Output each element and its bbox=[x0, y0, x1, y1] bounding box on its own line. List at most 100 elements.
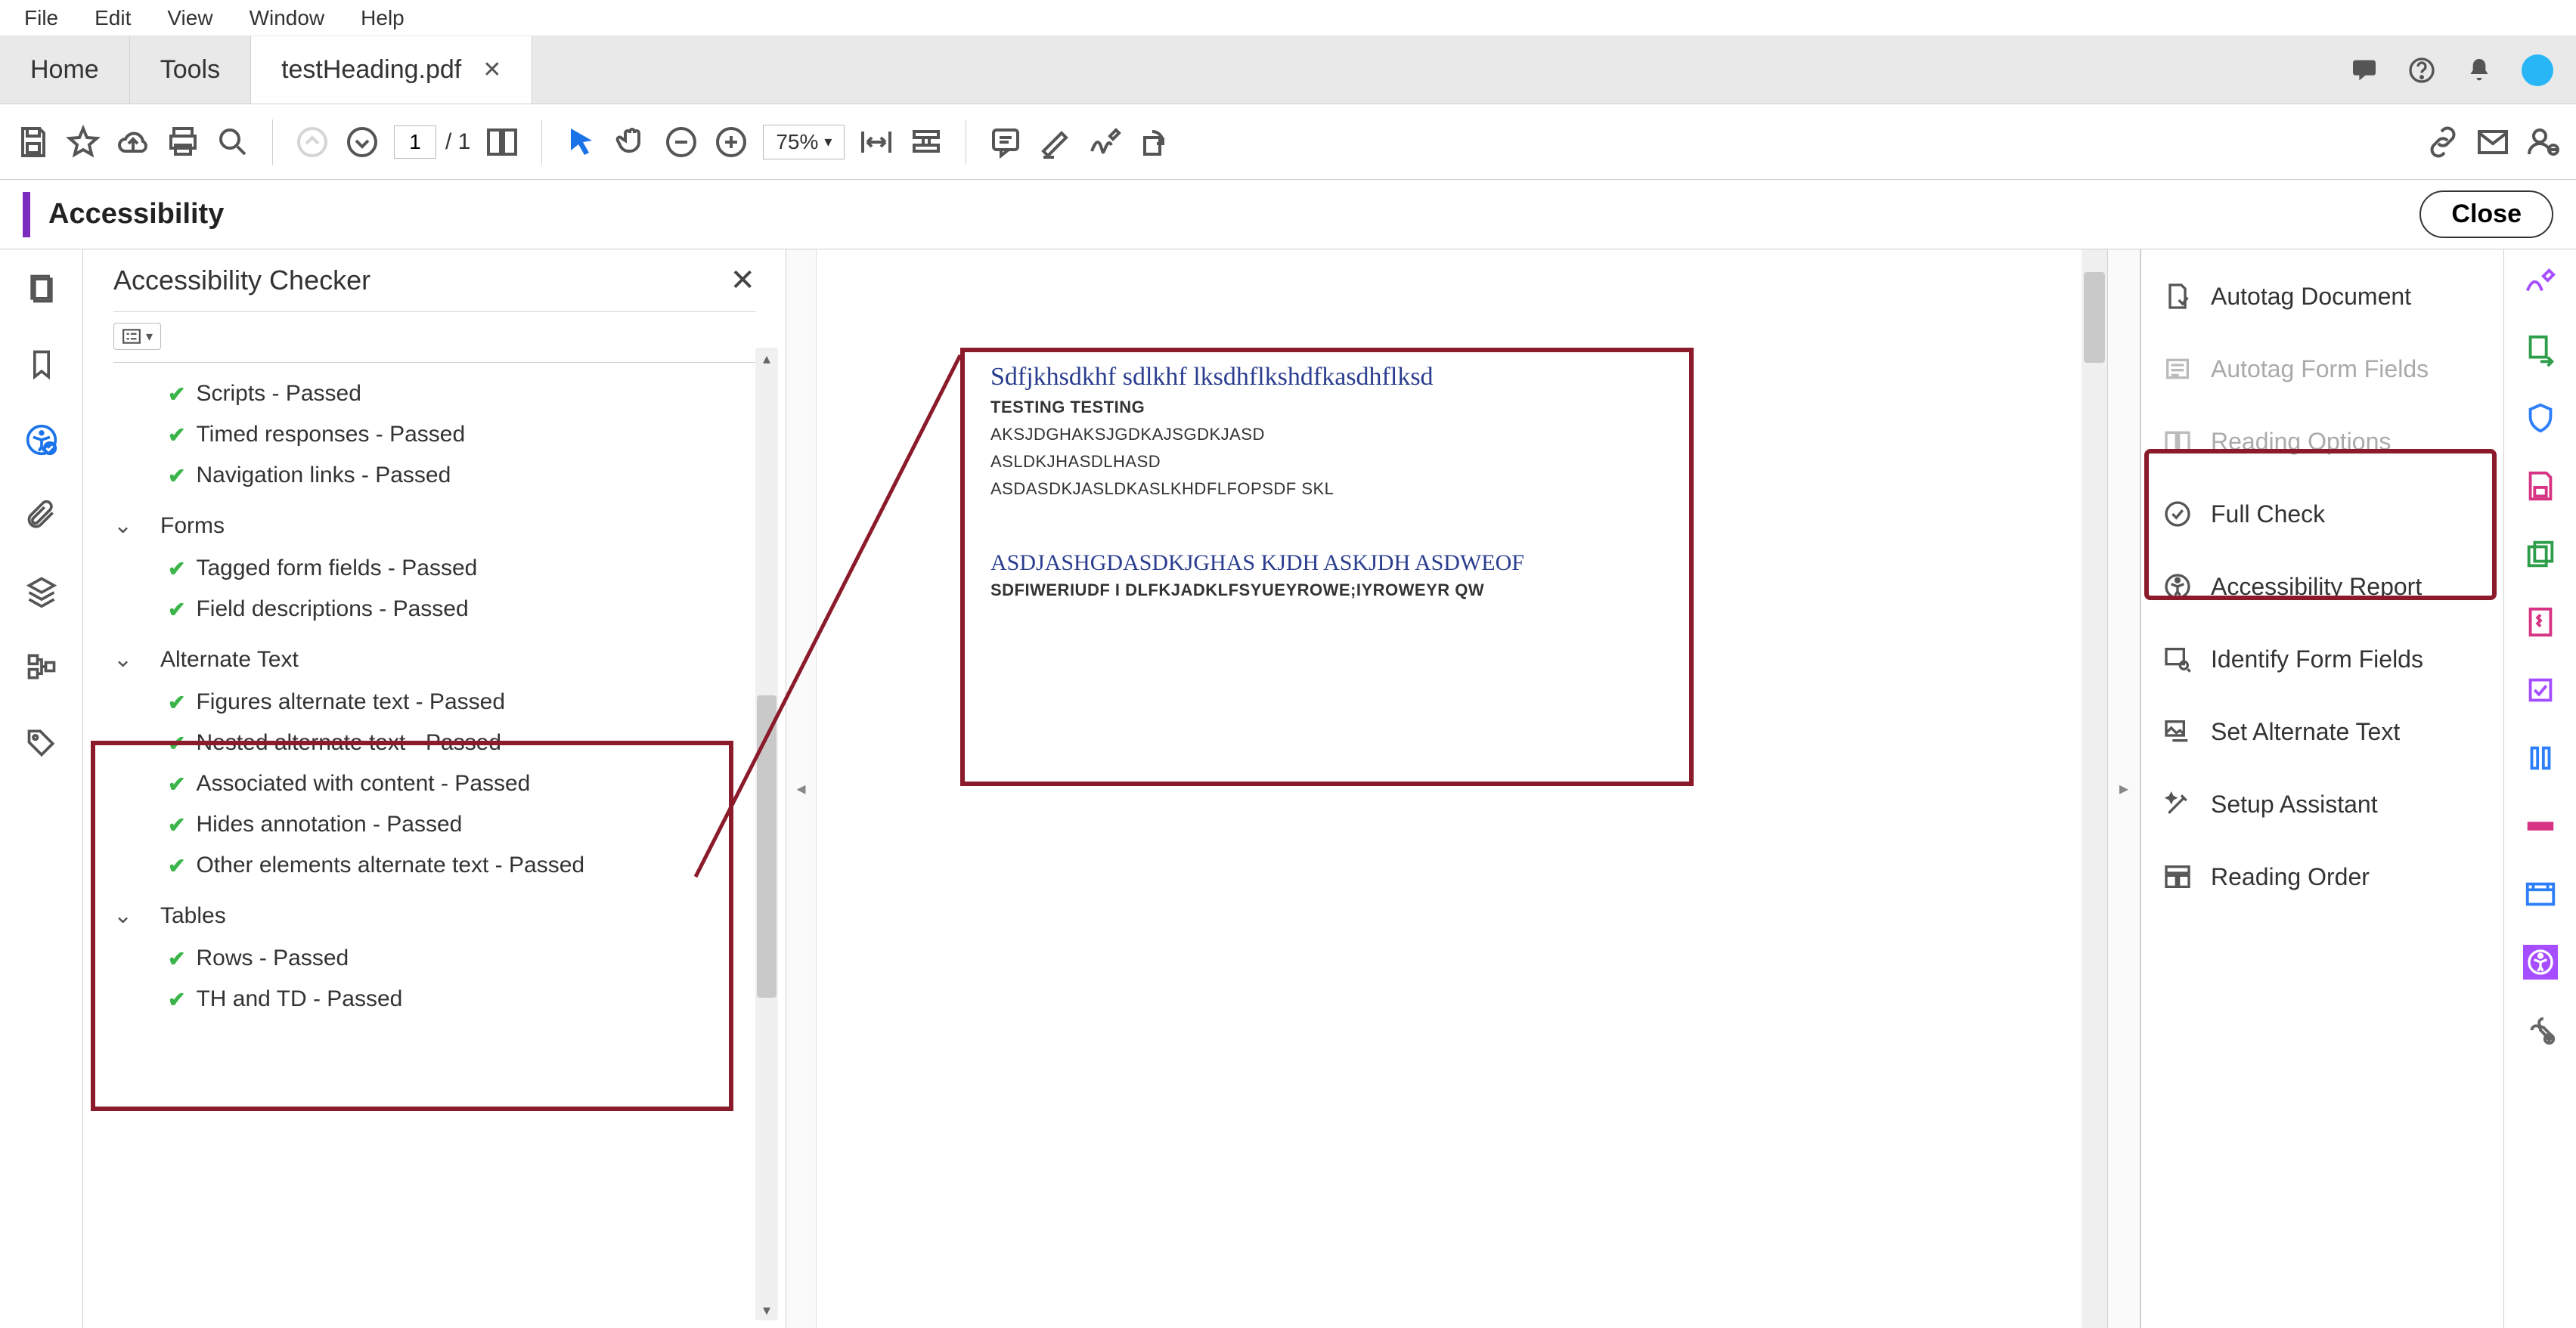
action-label: Reading Options bbox=[2211, 428, 2391, 456]
stamp-icon[interactable] bbox=[2523, 673, 2558, 707]
action-accessibility-report[interactable]: Accessibility Report bbox=[2150, 558, 2494, 615]
check-item[interactable]: ✔Other elements alternate text - Passed bbox=[110, 845, 748, 886]
attachments-icon[interactable] bbox=[25, 499, 58, 532]
check-item[interactable]: ✔Rows - Passed bbox=[110, 938, 748, 979]
menu-help[interactable]: Help bbox=[343, 3, 423, 33]
tab-home[interactable]: Home bbox=[0, 36, 130, 104]
share-people-icon[interactable] bbox=[2525, 124, 2561, 160]
protect-icon[interactable] bbox=[2523, 401, 2558, 435]
menu-window[interactable]: Window bbox=[231, 3, 343, 33]
pass-icon: ✔ bbox=[168, 946, 185, 971]
chevron-down-icon: ⌄ bbox=[113, 512, 132, 539]
action-reading-options: Reading Options bbox=[2150, 413, 2494, 470]
group-forms[interactable]: ⌄Forms bbox=[110, 503, 748, 548]
fit-width-icon[interactable] bbox=[858, 124, 894, 160]
check-item[interactable]: ✔Scripts - Passed bbox=[110, 373, 748, 414]
check-item[interactable]: ✔Field descriptions - Passed bbox=[110, 589, 748, 630]
export-pdf-icon[interactable] bbox=[2523, 333, 2558, 367]
reading-order-icon bbox=[2162, 862, 2193, 892]
action-reading-order[interactable]: Reading Order bbox=[2150, 848, 2494, 905]
menu-file[interactable]: File bbox=[6, 3, 76, 33]
doc-collapse-left[interactable]: ◂ bbox=[786, 249, 817, 1328]
bell-icon[interactable] bbox=[2464, 55, 2494, 85]
tab-tools[interactable]: Tools bbox=[130, 36, 251, 104]
pass-icon: ✔ bbox=[168, 813, 185, 837]
ruler-icon[interactable] bbox=[2523, 809, 2558, 844]
tab-document[interactable]: testHeading.pdf ✕ bbox=[251, 36, 532, 104]
hand-tool-icon[interactable] bbox=[613, 124, 649, 160]
document-viewport[interactable]: Sdfjkhsdkhf sdlkhf lksdhflkshdfkasdhflks… bbox=[817, 249, 2107, 1328]
reflow-icon[interactable] bbox=[908, 124, 944, 160]
check-item[interactable]: ✔Tagged form fields - Passed bbox=[110, 548, 748, 589]
action-autotag-document[interactable]: Autotag Document bbox=[2150, 268, 2494, 325]
group-tables[interactable]: ⌄Tables bbox=[110, 893, 748, 938]
tags-icon[interactable] bbox=[25, 726, 58, 759]
zoom-in-icon[interactable] bbox=[713, 124, 749, 160]
page-view-icon[interactable] bbox=[484, 124, 520, 160]
sign-icon[interactable] bbox=[1087, 124, 1124, 160]
action-set-alternate-text[interactable]: Set Alternate Text bbox=[2150, 703, 2494, 760]
scroll-down-icon[interactable]: ▾ bbox=[755, 1299, 778, 1320]
checker-scrollbar[interactable]: ▴ ▾ bbox=[755, 348, 778, 1320]
tags-tree-icon[interactable] bbox=[25, 650, 58, 683]
group-alternate-text[interactable]: ⌄Alternate Text bbox=[110, 637, 748, 682]
scroll-up-icon[interactable]: ▴ bbox=[755, 348, 778, 369]
comment-icon[interactable] bbox=[2349, 55, 2379, 85]
page-down-icon[interactable] bbox=[344, 124, 380, 160]
menu-edit[interactable]: Edit bbox=[76, 3, 149, 33]
checker-close-icon[interactable]: ✕ bbox=[730, 263, 755, 298]
save-icon[interactable] bbox=[15, 124, 51, 160]
combine-files-icon[interactable] bbox=[2523, 537, 2558, 571]
check-item[interactable]: ✔Nested alternate text - Passed bbox=[110, 723, 748, 763]
zoom-dropdown[interactable]: 75% ▾ bbox=[763, 125, 845, 159]
left-nav-rail bbox=[0, 249, 83, 1328]
check-item[interactable]: ✔Associated with content - Passed bbox=[110, 763, 748, 804]
scroll-thumb[interactable] bbox=[2084, 272, 2105, 363]
check-item[interactable]: ✔Navigation links - Passed bbox=[110, 455, 748, 496]
selection-tool-icon[interactable] bbox=[563, 124, 600, 160]
image-text-icon bbox=[2162, 717, 2193, 747]
edit-pdf-icon[interactable] bbox=[2523, 265, 2558, 299]
video-icon[interactable] bbox=[2523, 877, 2558, 912]
panel-close-button[interactable]: Close bbox=[2419, 190, 2553, 238]
rotate-icon[interactable] bbox=[1137, 124, 1173, 160]
organize-save-icon[interactable] bbox=[2523, 469, 2558, 503]
checker-options-dropdown[interactable]: ▾ bbox=[113, 323, 161, 350]
action-full-check[interactable]: Full Check bbox=[2150, 485, 2494, 543]
accessibility-check-icon[interactable] bbox=[25, 423, 58, 457]
scroll-thumb[interactable] bbox=[757, 695, 777, 998]
bookmarks-icon[interactable] bbox=[25, 348, 58, 381]
doc-collapse-right[interactable]: ▸ bbox=[2107, 249, 2140, 1328]
search-icon[interactable] bbox=[215, 124, 251, 160]
pass-icon: ✔ bbox=[168, 463, 185, 488]
link-share-icon[interactable] bbox=[2425, 124, 2461, 160]
measure-icon[interactable] bbox=[2523, 741, 2558, 775]
email-icon[interactable] bbox=[2475, 124, 2511, 160]
menu-view[interactable]: View bbox=[149, 3, 231, 33]
check-item[interactable]: ✔Figures alternate text - Passed bbox=[110, 682, 748, 723]
thumbnails-icon[interactable] bbox=[25, 272, 58, 305]
check-item[interactable]: ✔Hides annotation - Passed bbox=[110, 804, 748, 845]
highlight-icon[interactable] bbox=[1037, 124, 1074, 160]
layers-icon[interactable] bbox=[25, 574, 58, 608]
page-number-input[interactable] bbox=[394, 125, 436, 159]
right-tools-rail bbox=[2503, 249, 2576, 1328]
page-up-icon[interactable] bbox=[294, 124, 330, 160]
more-tools-icon[interactable] bbox=[2523, 1013, 2558, 1048]
tab-close-icon[interactable]: ✕ bbox=[482, 57, 501, 83]
compress-icon[interactable] bbox=[2523, 605, 2558, 639]
help-icon[interactable] bbox=[2407, 55, 2437, 85]
document-scrollbar[interactable] bbox=[2082, 249, 2107, 1328]
star-icon[interactable] bbox=[65, 124, 101, 160]
avatar[interactable] bbox=[2522, 54, 2553, 86]
check-item[interactable]: ✔Timed responses - Passed bbox=[110, 414, 748, 455]
print-icon[interactable] bbox=[165, 124, 201, 160]
check-item-label: Timed responses - Passed bbox=[196, 422, 465, 447]
action-setup-assistant[interactable]: Setup Assistant bbox=[2150, 775, 2494, 833]
accessibility-tool-active-icon[interactable] bbox=[2523, 945, 2558, 980]
cloud-upload-icon[interactable] bbox=[115, 124, 151, 160]
check-item[interactable]: ✔TH and TD - Passed bbox=[110, 979, 748, 1020]
zoom-out-icon[interactable] bbox=[663, 124, 699, 160]
action-identify-form-fields[interactable]: Identify Form Fields bbox=[2150, 630, 2494, 688]
sticky-note-icon[interactable] bbox=[987, 124, 1024, 160]
